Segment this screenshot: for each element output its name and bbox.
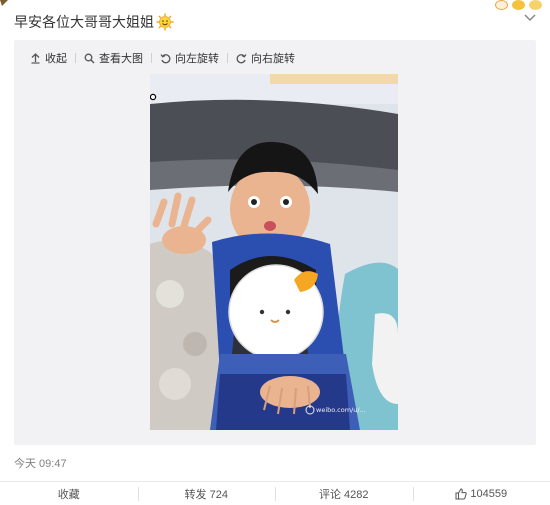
watermark-text: weibo.com/u/... [316, 406, 366, 414]
thumbs-up-icon [455, 487, 468, 499]
decor-icon [495, 0, 508, 10]
repost-label: 转发 724 [184, 488, 228, 501]
post-timestamp: 今天 09:47 [14, 458, 67, 470]
action-bar: 收藏 转发 724 评论 4282 104559 [0, 481, 550, 505]
rotate-right-icon [236, 53, 247, 63]
media-panel: 收起 查看大图 向左旋转 向右旋转 weibo.com/u/... [14, 40, 536, 445]
like-count: 104559 [470, 487, 508, 500]
chevron-down-icon[interactable] [524, 14, 536, 22]
comment-label: 评论 4282 [318, 488, 369, 501]
decor-icon [512, 0, 525, 10]
rotate-left-icon [160, 53, 171, 63]
search-icon [84, 53, 95, 63]
repost-button[interactable]: 转发 724 [137, 482, 276, 505]
decor-icon [529, 0, 542, 10]
favorite-button[interactable]: 收藏 [0, 482, 138, 505]
post-text: 早安各位大哥哥大姐姐 [14, 12, 174, 32]
post-photo[interactable]: weibo.com/u/... [150, 74, 398, 430]
image-toolbar: 收起 查看大图 向左旋转 向右旋转 [30, 50, 295, 66]
collapse-label: 收起 [45, 53, 67, 65]
collapse-button[interactable]: 收起 [30, 50, 67, 66]
post-text-content: 早安各位大哥哥大姐姐 [14, 14, 154, 30]
rotate-left-button[interactable]: 向左旋转 [160, 50, 219, 66]
view-large-label: 查看大图 [99, 53, 143, 65]
view-large-button[interactable]: 查看大图 [84, 50, 143, 66]
favorite-label: 收藏 [57, 488, 80, 501]
rotate-left-label: 向左旋转 [175, 53, 219, 65]
top-right-decoration [495, 0, 542, 10]
toolbar-divider [151, 53, 152, 63]
like-button[interactable]: 104559 [412, 482, 550, 505]
sun-face-emoji-icon [156, 13, 174, 31]
toolbar-divider [227, 53, 228, 63]
photo-illustration: weibo.com/u/... [150, 74, 398, 430]
collapse-icon [31, 52, 40, 64]
toolbar-divider [75, 53, 76, 63]
comment-button[interactable]: 评论 4282 [275, 482, 413, 505]
rotate-right-button[interactable]: 向右旋转 [236, 50, 295, 66]
rotate-right-label: 向右旋转 [251, 53, 295, 65]
corner-decoration [0, 0, 8, 6]
